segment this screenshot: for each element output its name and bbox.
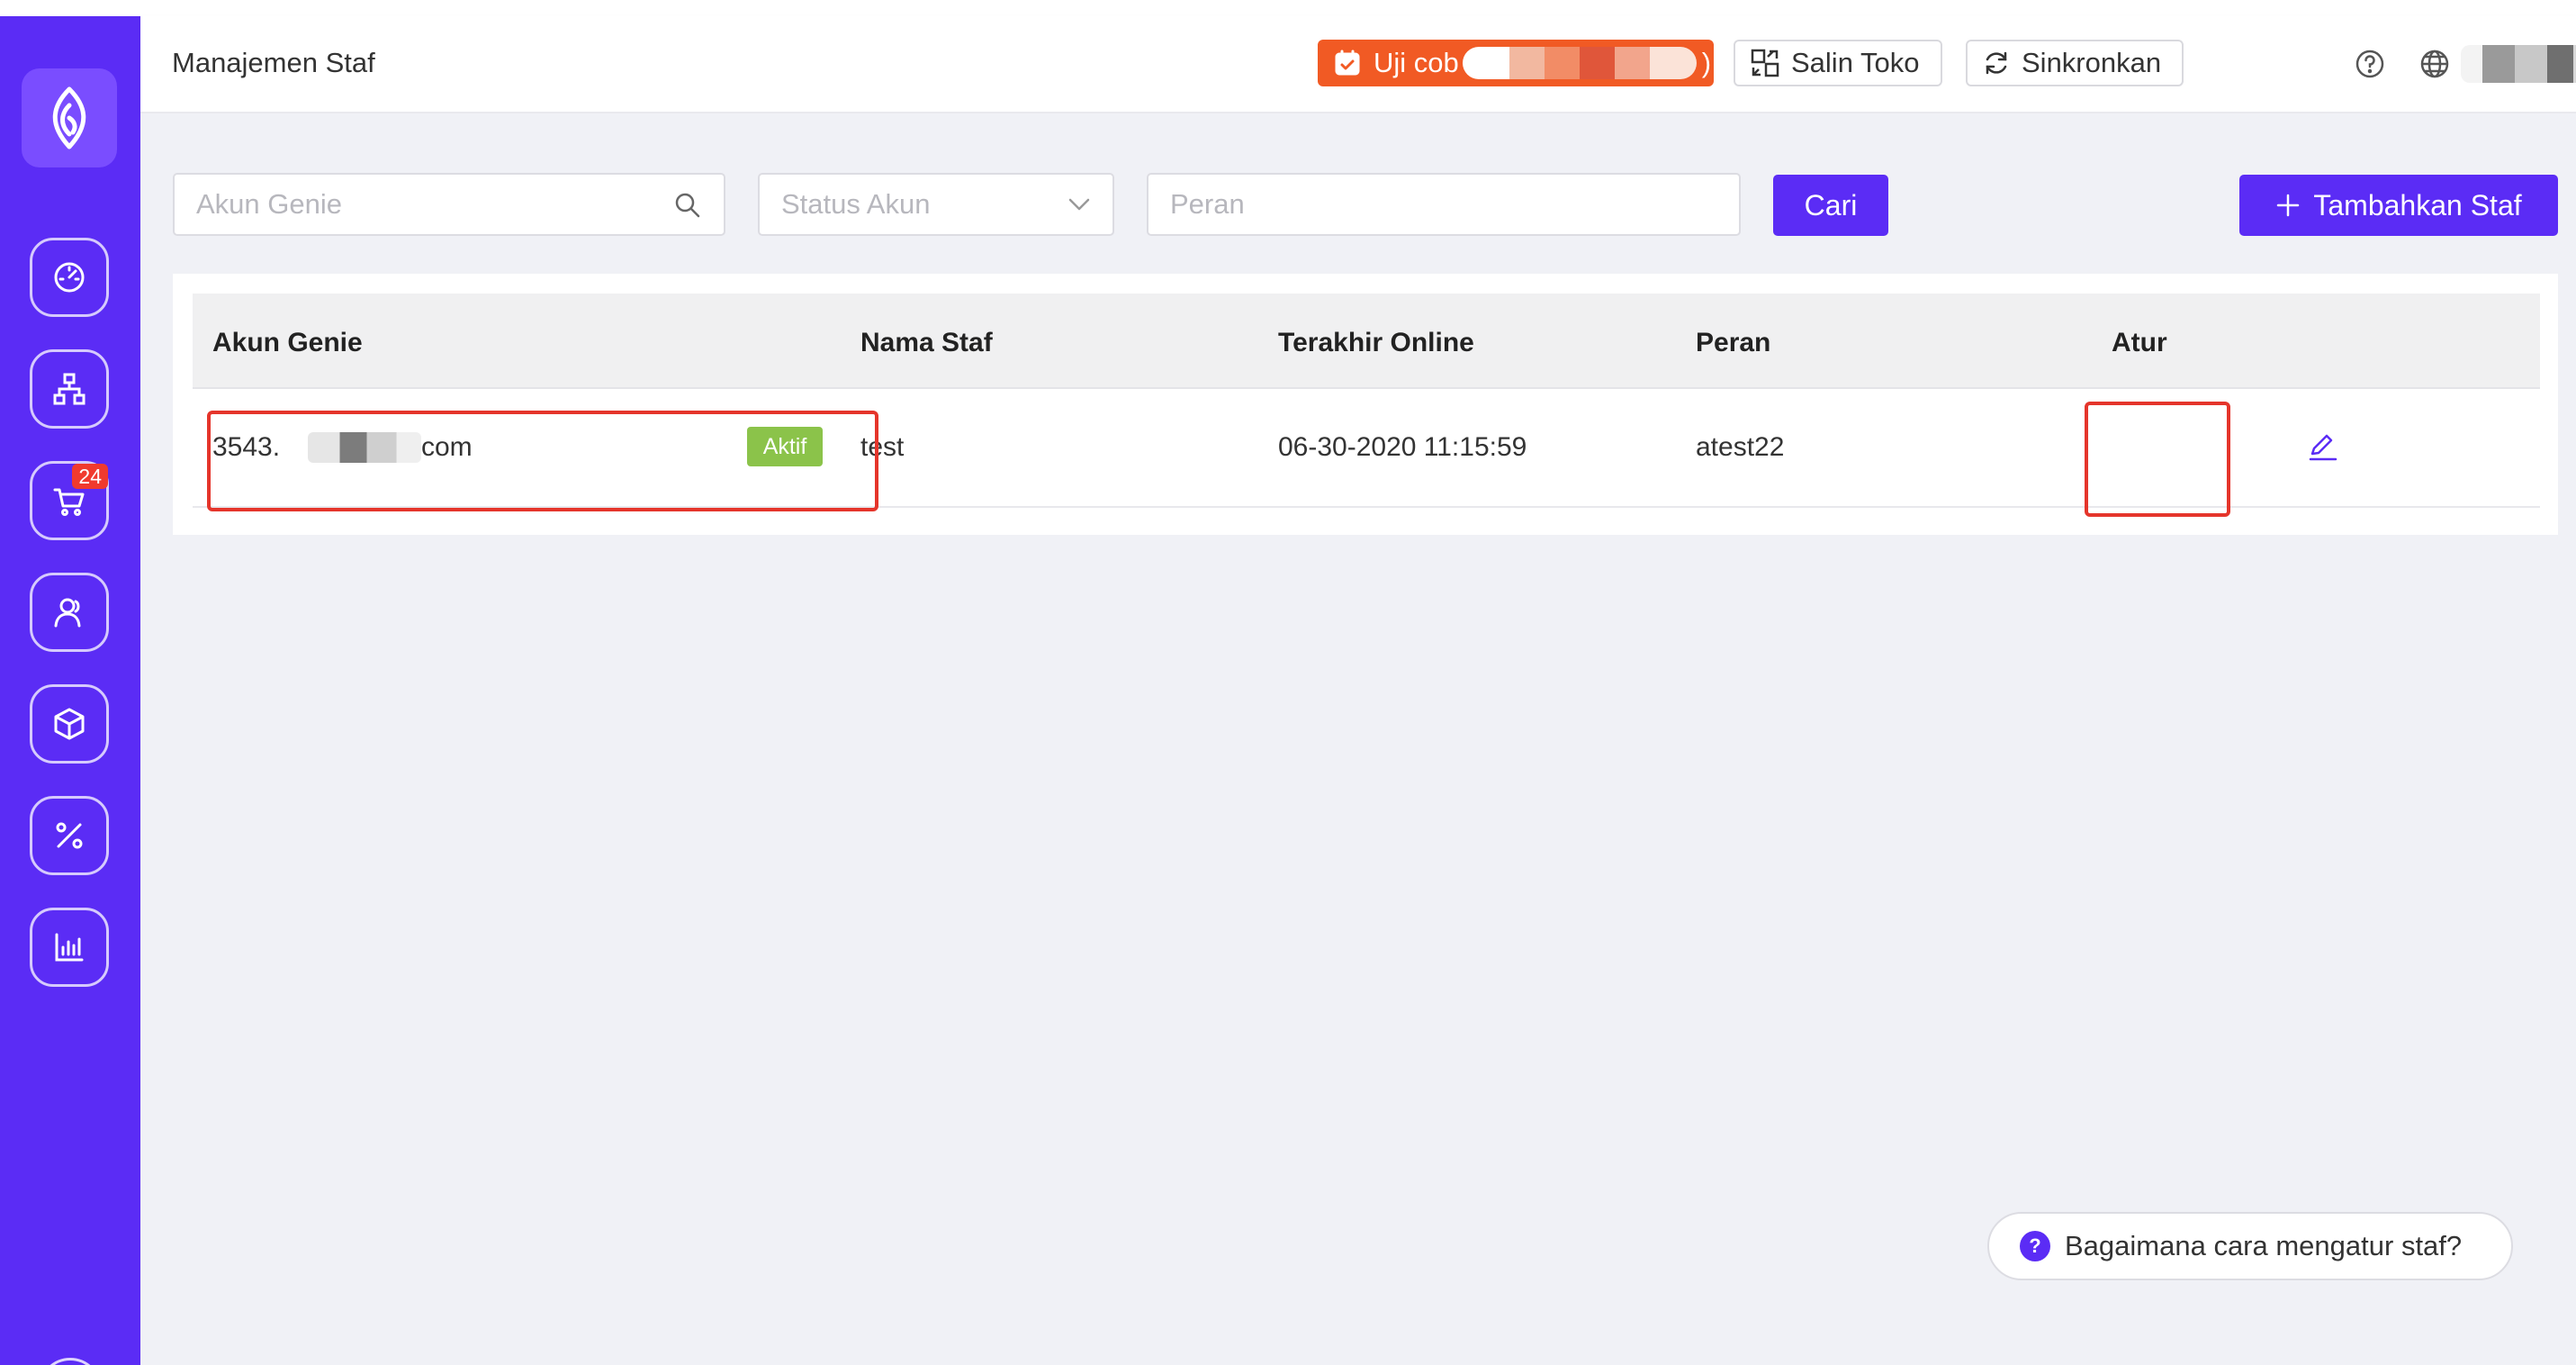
refresh-icon bbox=[1986, 51, 2007, 75]
bar-chart-icon bbox=[55, 933, 84, 962]
column-header-last-online: Terakhir Online bbox=[1278, 328, 1474, 357]
sidebar: 24 bbox=[0, 16, 140, 1365]
role-input[interactable] bbox=[1147, 173, 1741, 236]
status-select-placeholder: Status Akun bbox=[781, 188, 931, 220]
trial-button[interactable]: Uji cob ) bbox=[1318, 40, 1714, 86]
account-search-input[interactable] bbox=[173, 173, 725, 236]
percent-icon bbox=[56, 822, 83, 849]
question-icon: ? bbox=[2020, 1231, 2050, 1261]
leaf-logo-icon bbox=[52, 86, 86, 149]
calendar-check-icon bbox=[1335, 50, 1360, 76]
box-icon bbox=[54, 708, 85, 740]
highlight-edit-box bbox=[2085, 402, 2230, 517]
sidebar-bottom-button[interactable] bbox=[39, 1358, 102, 1365]
highlight-account-box bbox=[207, 411, 878, 511]
last-online: 06-30-2020 11:15:59 bbox=[1278, 432, 1527, 462]
app-logo[interactable] bbox=[22, 68, 117, 167]
main-content: Status Akun Cari Tambahkan Staf Akun Gen… bbox=[140, 113, 2576, 1365]
column-header-account: Akun Genie bbox=[212, 328, 363, 357]
help-button[interactable] bbox=[2355, 49, 2385, 84]
account-status-select[interactable]: Status Akun bbox=[758, 173, 1114, 236]
sidebar-item-orders[interactable]: 24 bbox=[30, 461, 109, 540]
table-header: Akun Genie Nama Staf Terakhir Online Per… bbox=[193, 294, 2540, 389]
sidebar-item-organization[interactable] bbox=[30, 349, 109, 429]
search-button[interactable]: Cari bbox=[1773, 175, 1888, 236]
page-title: Manajemen Staf bbox=[172, 47, 375, 78]
hierarchy-icon bbox=[53, 373, 86, 405]
help-link-label: Bagaimana cara mengatur staf? bbox=[2065, 1230, 2463, 1261]
staff-role: atest22 bbox=[1696, 432, 1785, 462]
sidebar-item-customers[interactable] bbox=[30, 573, 109, 652]
question-circle-icon bbox=[2355, 50, 2384, 78]
edit-staff-button[interactable] bbox=[2307, 430, 2339, 467]
redacted-trial-info bbox=[1462, 47, 1697, 79]
users-icon bbox=[54, 598, 81, 628]
sidebar-item-products[interactable] bbox=[30, 684, 109, 764]
copy-store-button[interactable]: Salin Toko bbox=[1734, 40, 1942, 86]
add-staff-button[interactable]: Tambahkan Staf bbox=[2239, 175, 2558, 236]
search-icon[interactable] bbox=[673, 191, 702, 220]
staff-help-link[interactable]: ? Bagaimana cara mengatur staf? bbox=[1987, 1212, 2513, 1280]
sync-button[interactable]: Sinkronkan bbox=[1966, 40, 2184, 86]
pencil-icon bbox=[2309, 434, 2337, 461]
column-header-role: Peran bbox=[1696, 328, 1771, 357]
column-header-name: Nama Staf bbox=[860, 328, 993, 357]
copy-store-label: Salin Toko bbox=[1791, 47, 1920, 78]
chevron-down-icon bbox=[1068, 198, 1090, 211]
sidebar-item-reports[interactable] bbox=[30, 908, 109, 987]
trial-label: Uji cob bbox=[1374, 47, 1459, 78]
orders-count-badge: 24 bbox=[72, 464, 108, 489]
sidebar-item-promotions[interactable] bbox=[30, 796, 109, 875]
search-button-label: Cari bbox=[1804, 188, 1858, 221]
add-staff-label: Tambahkan Staf bbox=[2313, 188, 2522, 221]
language-account-area[interactable] bbox=[2419, 43, 2576, 85]
globe-icon bbox=[2420, 50, 2449, 78]
speedometer-icon bbox=[54, 262, 85, 293]
column-header-manage: Atur bbox=[2112, 328, 2167, 357]
top-header: Manajemen Staf Uji cob ) Salin Toko Sink… bbox=[140, 16, 2576, 113]
copy-store-icon bbox=[1751, 49, 1779, 77]
sidebar-item-dashboard[interactable] bbox=[30, 238, 109, 317]
plus-icon bbox=[2277, 194, 2300, 217]
sync-label: Sinkronkan bbox=[2022, 47, 2162, 78]
redacted-account-info bbox=[2461, 45, 2576, 83]
trial-suffix: ) bbox=[1701, 47, 1712, 78]
app-root: 24 Manajemen Staf Uji cob) Salin Toko S… bbox=[0, 0, 2576, 1365]
